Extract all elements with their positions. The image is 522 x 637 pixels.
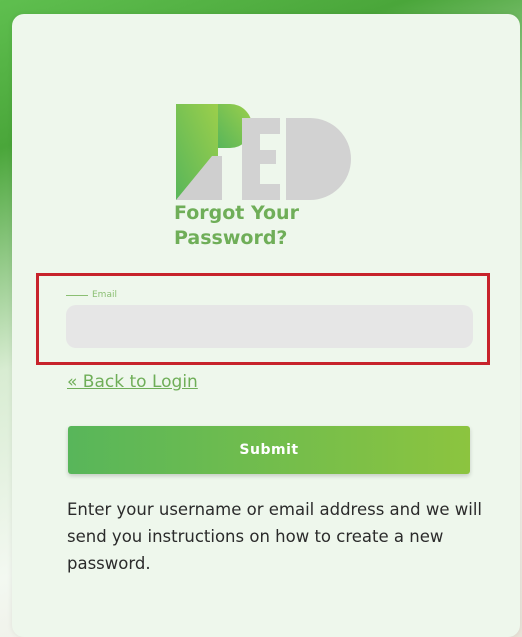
- back-to-login-link[interactable]: « Back to Login: [67, 372, 198, 392]
- page-title: Forgot Your Password?: [174, 201, 374, 251]
- page-title-line-1: Forgot Your: [174, 202, 299, 224]
- email-field[interactable]: [66, 305, 473, 348]
- submit-button[interactable]: Submit: [68, 426, 470, 474]
- help-text: Enter your username or email address and…: [67, 500, 482, 573]
- page-title-line-2: Password?: [174, 227, 288, 249]
- logo-e-bottom: [242, 184, 280, 200]
- email-label-row: Email: [66, 290, 117, 300]
- logo-e-top: [242, 118, 280, 134]
- logo-e-mid: [242, 150, 276, 164]
- email-label-line: [66, 294, 88, 296]
- logo-d: [286, 118, 351, 200]
- red-logo: [176, 104, 351, 200]
- email-label: Email: [92, 290, 117, 300]
